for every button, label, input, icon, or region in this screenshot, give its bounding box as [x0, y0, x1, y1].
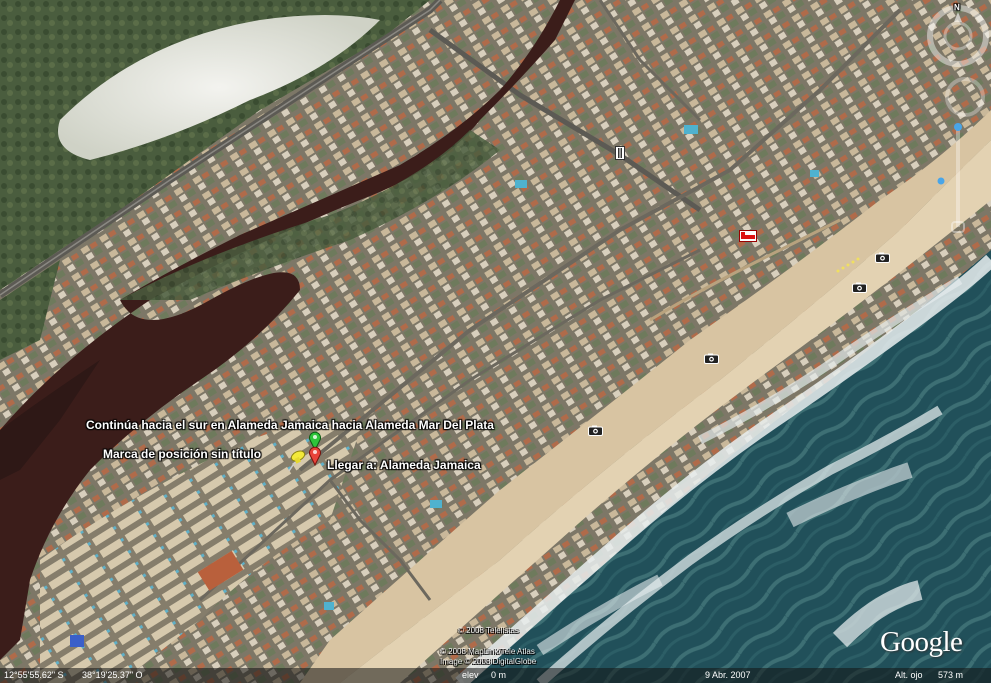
elevation-label: elev: [462, 670, 479, 680]
route-instruction-label[interactable]: Continúa hacia el sur en Alameda Jamaica…: [86, 418, 494, 432]
beach-umbrellas: [836, 257, 860, 273]
zoom-slider-icon: [951, 123, 965, 233]
copyright-line-1: © 2008 Telelistas: [458, 626, 519, 635]
navigation-controls[interactable]: [925, 2, 991, 242]
eye-altitude-label: Alt. ojo: [895, 670, 923, 680]
latitude-readout: 12°55'55.62" S: [4, 670, 64, 680]
transit-icon[interactable]: [615, 146, 625, 160]
compass-north-label: N: [954, 3, 960, 12]
longitude-readout: 38°19'25.37" O: [82, 670, 143, 680]
eye-altitude-value: 573 m: [938, 670, 964, 680]
camera-icon[interactable]: [852, 282, 867, 293]
pushpin-icon[interactable]: [286, 450, 306, 472]
zoom-thumb-icon[interactable]: [936, 176, 946, 186]
red-end-pin-icon[interactable]: [308, 446, 322, 466]
camera-icon[interactable]: [704, 353, 719, 364]
arrive-label[interactable]: Llegar a: Alameda Jamaica: [327, 458, 481, 472]
google-logo: Google: [880, 626, 963, 658]
elevation-value: 0 m: [491, 670, 507, 680]
look-control-icon: [945, 77, 985, 117]
copyright-line-3: Image © 2008 DigitalGlobe: [440, 657, 537, 666]
nav-compass-icon: [927, 5, 989, 67]
route-path: [315, 442, 317, 455]
satellite-map[interactable]: Continúa hacia el sur en Alameda Jamaica…: [0, 0, 991, 683]
status-bar: 12°55'55.62" S 38°19'25.37" O elev 0 m 9…: [0, 668, 991, 683]
camera-icon[interactable]: [875, 252, 890, 263]
camera-icon[interactable]: [588, 425, 603, 436]
hotel-icon[interactable]: [739, 230, 757, 242]
placemark-label[interactable]: Marca de posición sin título: [103, 447, 261, 461]
copyright-line-2: © 2008 MapLink/Tele Atlas: [440, 647, 535, 656]
imagery-date: 9 Abr. 2007: [705, 670, 751, 680]
